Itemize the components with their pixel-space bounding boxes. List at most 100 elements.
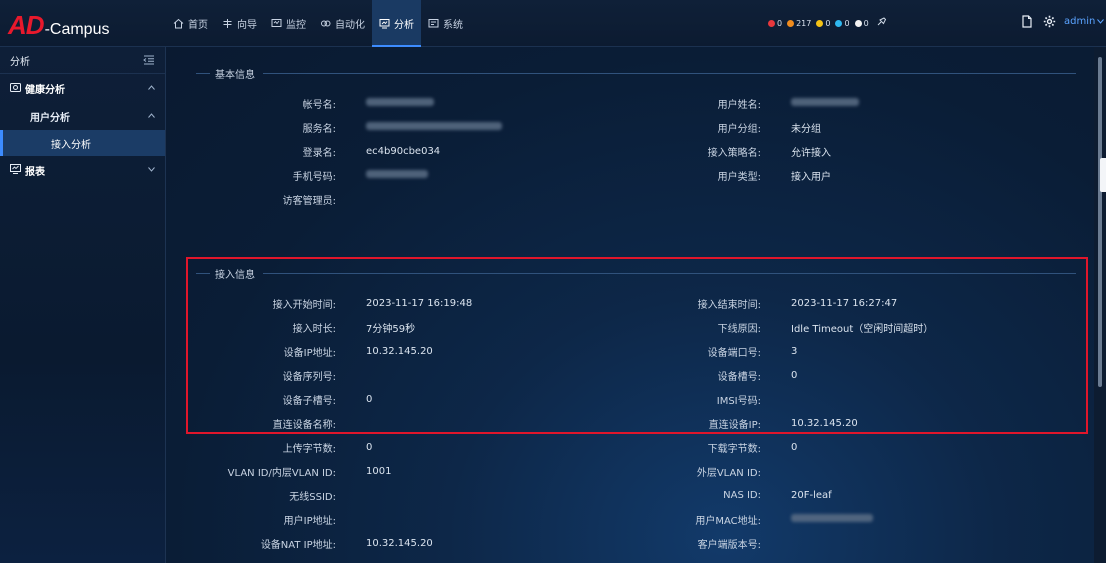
field-label: 接入时长:: [292, 323, 336, 335]
report-icon: [10, 163, 21, 177]
field-value: 10.32.145.20: [366, 537, 433, 549]
field-label: 接入结束时间:: [697, 299, 761, 311]
analysis-icon: [379, 18, 390, 29]
major-alarm-dot: [787, 20, 795, 27]
nav-automation[interactable]: 自动化: [313, 0, 372, 47]
vertical-scrollbar[interactable]: [1094, 47, 1106, 563]
document-icon[interactable]: [1020, 14, 1034, 28]
nav-system[interactable]: 系统: [421, 0, 470, 47]
gear-icon[interactable]: [1042, 14, 1056, 28]
field-label: 用户分组:: [717, 123, 761, 135]
nav-monitor[interactable]: 监控: [264, 0, 313, 47]
field-value: 未分组: [791, 123, 821, 135]
field-value-blurred: [366, 121, 502, 133]
field-label: 设备槽号:: [717, 371, 761, 383]
nav-analysis-label: 分析: [394, 20, 414, 31]
field-label: 手机号码:: [292, 171, 336, 183]
field-label: 用户类型:: [717, 171, 761, 183]
field-value: 2023-11-17 16:19:48: [366, 297, 473, 309]
field-value: 0: [791, 369, 798, 381]
field-label: 客户端版本号:: [697, 539, 761, 551]
field-label: VLAN ID/内层VLAN ID:: [227, 467, 336, 479]
section-basic-info: 基本信息: [196, 66, 1076, 81]
main-nav: 首页 向导 监控 自动化 分析 系统: [166, 0, 470, 47]
nav-guide-label: 向导: [237, 20, 257, 31]
field-value: 2023-11-17 16:27:47: [791, 297, 898, 309]
monitor-icon: [271, 18, 282, 29]
system-icon: [428, 18, 439, 29]
chevron-up-icon: [148, 83, 155, 93]
guide-icon: [222, 18, 233, 29]
chevron-down-icon: [148, 165, 155, 175]
field-row: IMSI号码:: [591, 391, 1071, 407]
health-icon: [10, 82, 21, 95]
field-row: 用户类型: 接入用户: [591, 167, 1071, 183]
warning-alarm-count: 0: [844, 19, 850, 28]
field-label: 设备NAT IP地址:: [260, 539, 336, 551]
sidebar-group-label: 报表: [25, 166, 45, 178]
sidebar-item-user-analysis[interactable]: 用户分析: [0, 102, 165, 130]
main-content[interactable]: 基本信息 帐号名: 服务名: 登录名: ec4b90cbe034 手机号码: 访…: [166, 47, 1094, 563]
nav-guide[interactable]: 向导: [215, 0, 264, 47]
field-row: 外层VLAN ID:: [591, 463, 1071, 479]
field-row: 用户MAC地址:: [591, 511, 1071, 527]
field-row: 帐号名:: [166, 95, 626, 111]
field-label: NAS ID:: [723, 489, 761, 501]
field-row: 登录名: ec4b90cbe034: [166, 143, 626, 159]
field-value: 允许接入: [791, 147, 831, 159]
field-row: 直连设备名称:: [166, 415, 626, 431]
sidebar: 分析 健康分析 用户分析 接入分析 报表: [0, 47, 166, 563]
app-logo[interactable]: AD -Campus: [8, 10, 109, 40]
field-row: VLAN ID/内层VLAN ID: 1001: [166, 463, 626, 479]
major-alarm-count: 217: [796, 19, 812, 28]
field-label: 下线原因:: [717, 323, 761, 335]
info-alarm-dot: [854, 20, 862, 27]
scrollbar-thumb[interactable]: [1098, 57, 1102, 387]
top-bar: AD -Campus 首页 向导 监控 自动化 分析 系统 0 217 0 0 …: [0, 0, 1106, 47]
field-row: 客户端版本号:: [591, 535, 1071, 551]
sidebar-group-label: 健康分析: [25, 84, 65, 96]
field-row: 直连设备IP: 10.32.145.20: [591, 415, 1071, 431]
field-label: 直连设备IP:: [708, 419, 761, 431]
sidebar-group-reports[interactable]: 报表: [0, 156, 165, 184]
field-value: 0: [366, 393, 373, 405]
field-value: ec4b90cbe034: [366, 145, 441, 157]
collapse-sidebar-icon[interactable]: [143, 55, 155, 65]
field-row: 设备槽号: 0: [591, 367, 1071, 383]
nav-automation-label: 自动化: [335, 20, 365, 31]
user-name: admin: [1064, 15, 1096, 27]
side-drawer-tab[interactable]: [1100, 158, 1106, 192]
nav-monitor-label: 监控: [286, 20, 306, 31]
field-label: 设备序列号:: [282, 371, 336, 383]
critical-alarm-count: 0: [777, 19, 783, 28]
home-icon: [173, 18, 184, 29]
alarm-counters[interactable]: 0 217 0 0 0: [768, 17, 887, 30]
logo-mark: AD: [8, 10, 45, 40]
field-label: 接入开始时间:: [272, 299, 336, 311]
nav-analysis[interactable]: 分析: [372, 0, 421, 47]
sidebar-group-health-analysis[interactable]: 健康分析: [0, 74, 165, 102]
field-label: 用户IP地址:: [283, 515, 336, 527]
field-row: 访客管理员:: [166, 191, 626, 207]
field-label: 下载字节数:: [707, 443, 761, 455]
field-label: 用户MAC地址:: [695, 515, 761, 527]
field-row: 下载字节数: 0: [591, 439, 1071, 455]
field-label: 访客管理员:: [282, 195, 336, 207]
sidebar-item-access-analysis[interactable]: 接入分析: [0, 130, 165, 156]
user-menu[interactable]: admin: [1064, 15, 1105, 27]
field-row: 接入时长: 7分钟59秒: [166, 319, 626, 335]
field-label: 用户姓名:: [717, 99, 761, 111]
bell-rocket-icon[interactable]: [876, 17, 887, 30]
critical-alarm-dot: [768, 20, 775, 27]
field-row: 用户姓名:: [591, 95, 1071, 111]
field-row: 接入策略名: 允许接入: [591, 143, 1071, 159]
field-value: 接入用户: [791, 171, 831, 183]
field-value: 10.32.145.20: [366, 345, 433, 357]
field-row: 用户分组: 未分组: [591, 119, 1071, 135]
sidebar-leaf-label: 接入分析: [51, 139, 91, 151]
field-row: 设备NAT IP地址: 10.32.145.20: [166, 535, 626, 551]
sidebar-header: 分析: [0, 47, 165, 74]
nav-home[interactable]: 首页: [166, 0, 215, 47]
field-row: 无线SSID:: [166, 487, 626, 503]
section-access-info: 接入信息: [196, 266, 1076, 281]
